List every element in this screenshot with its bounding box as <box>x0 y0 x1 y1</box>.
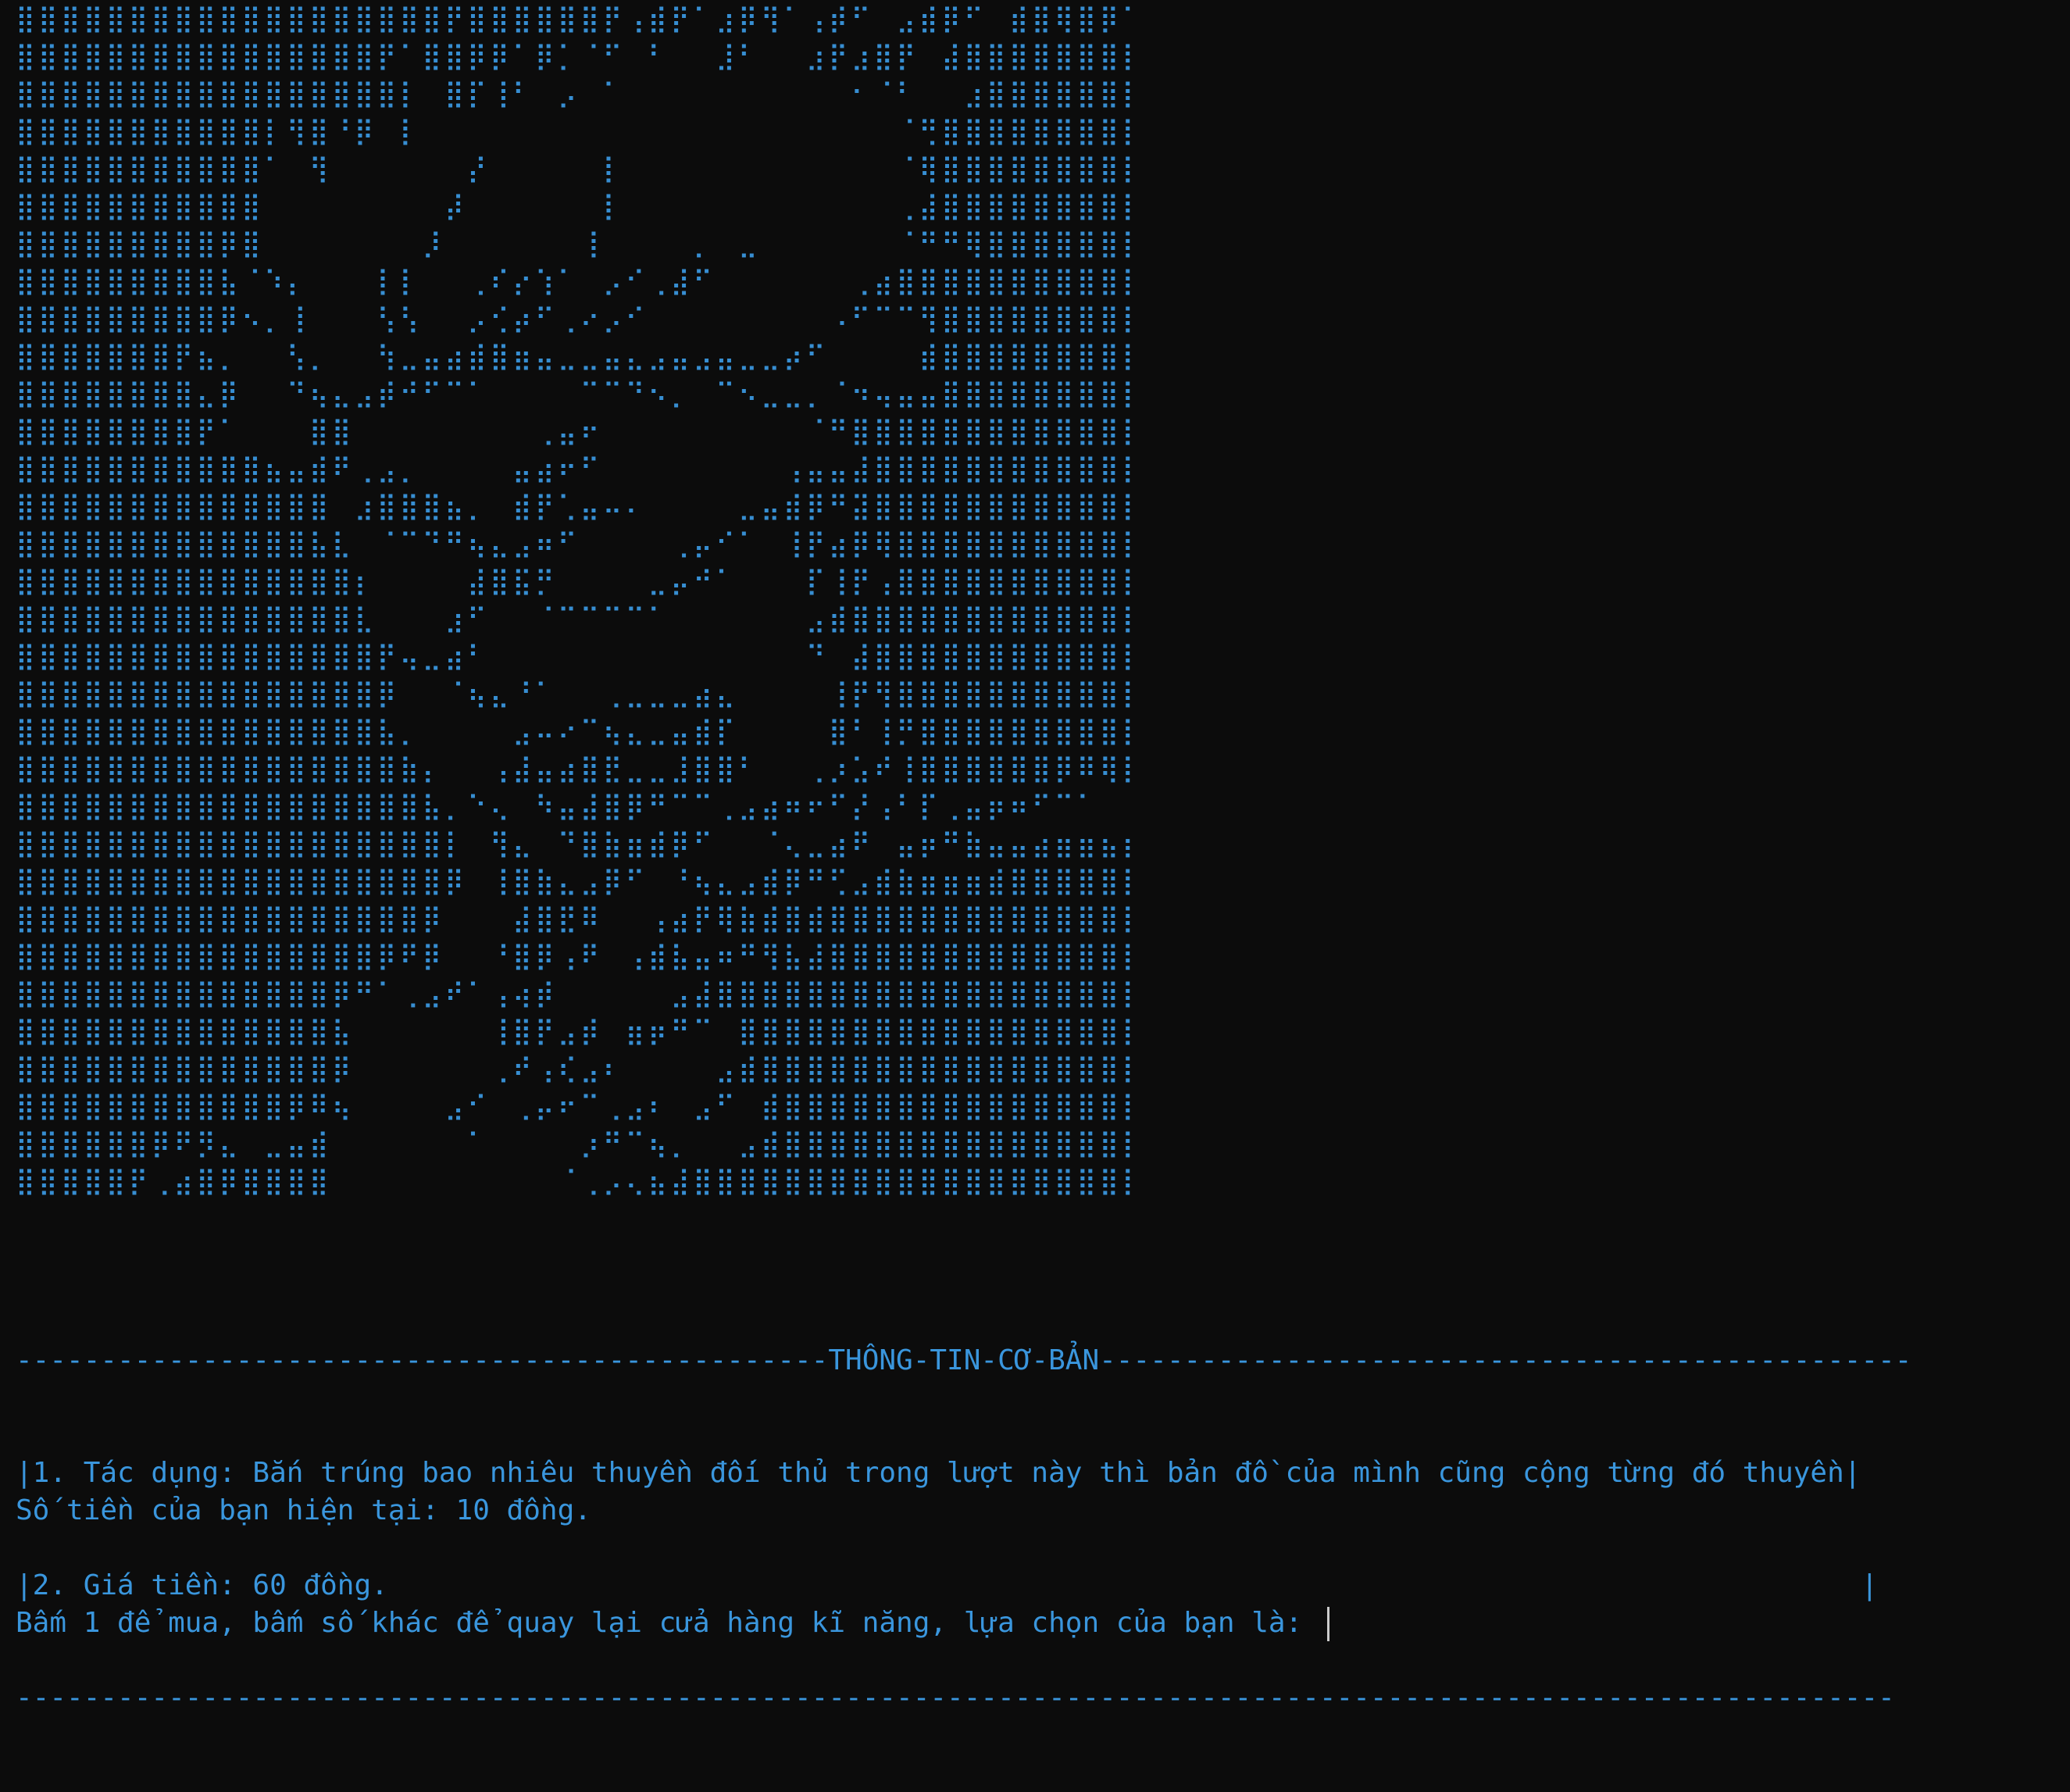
ascii-art-line: ⣿⣿⣿⣿⣿⣿⣿⣿⣿⣿⣿⣿⣿⣿⣿⣇⠀⠀⠀⣰⠋⠀⠀⠈⠉⠉⠉⠉⠁⠀⠀⠀⠀⠀⠀⣠⣾⣿⣿⣿… <box>16 603 1133 634</box>
ascii-art-line: ⣿⣿⣿⣿⣿⣿⣿⣿⣿⣧⠈⠱⡄⠀⠀⠀⡇⡇⠀⠀⢀⠎⡔⢱⠁⠀⡠⠊⢀⣼⠋⠀⠀⠀⠀⠀⠀⢀⣴⣿… <box>16 266 1133 297</box>
prompt-area[interactable]: Số tiền của bạn hiện tại: 10 đồng. Bấm 1… <box>16 1417 2047 1717</box>
ascii-art-line: ⣿⣿⣿⣿⣿⣿⣿⣿⣿⡿⠢⡀⢸⠀⠀⠀⢣⢣⠀⠀⡠⢊⡴⠋⢀⠔⡠⠊⠀⠀⠀⠀⠀⠀⠀⠀⠠⠋⠉⠉… <box>16 303 1133 334</box>
ascii-art-line: ⣿⣿⣿⣿⣿⣿⣿⣿⣿⣿⣿⣿⣿⣿⣿⣿⣿⣿⣿⡇⠀⢻⣄⠀⠙⣿⣷⣶⣾⡿⠋⠀⠀⠈⢄⣀⣴⠟⠀⣤… <box>16 828 1133 859</box>
ascii-art-line: ⣿⣿⣿⣿⣿⣿⣿⣿⣿⣿⣿⣿⣿⣿⣧⠀⠀⠀⠀⠀⠀⢸⣿⡟⣠⡾⠀⣶⡶⠛⠉⠀⣿⣿⣿⣿⣿⣿⣿⣿… <box>16 1016 1133 1047</box>
balance-text: Số tiền của bạn hiện tại: 10 đồng. <box>16 1494 591 1526</box>
ascii-art-line: ⣿⣿⣿⣿⣿⣿⣿⣿⣿⣿⣿⣿⣿⣿⣿⣿⣿⣷⡄⠀⠀⢠⣼⣤⣴⣿⣟⣀⣀⣸⣿⣿⠃⠀⠀⢀⡰⣡⠞⢸… <box>16 753 1133 784</box>
terminal-window: ⣿⣿⣿⣿⣿⣿⣿⣿⣿⣿⣿⣿⣿⣿⣿⣿⣿⣿⣿⡟⣿⣿⣿⣿⣿⣿⡟⢠⣾⡟⠁⣰⡿⢻⠁⢠⡾⠋⠀⣠… <box>0 0 2070 1714</box>
ascii-art-portrait: ⣿⣿⣿⣿⣿⣿⣿⣿⣿⣿⣿⣿⣿⣿⣿⣿⣿⣿⣿⡟⣿⣿⣿⣿⣿⣿⡟⢠⣾⡟⠁⣰⡿⢻⠁⢠⡾⠋⠀⣠… <box>16 0 1133 1195</box>
ascii-art-line: ⣿⣿⣿⣿⣿⣿⣿⣿⣿⣿⣿⣿⡿⠿⢦⠀⠀⠀⠀⣠⠊⠀⢀⡤⠖⠉⢀⣠⠆⠀⣠⠋⠀⣾⣿⣿⣿⣿⣿⣿… <box>16 1091 1133 1122</box>
info-box-top-border: ----------------------------------------… <box>16 1344 1912 1376</box>
ascii-art-line: ⣿⣿⣿⣿⣿⣿⣿⣿⣿⣿⣿⣿⣿⣿⣿⣿⣧⡀⠀⠀⠀⠀⣠⠤⠔⠉⢦⣄⣀⣤⣾⡏⠀⠀⠀⠀⣿⠃⢸⡛… <box>16 716 1133 747</box>
ascii-art-line: ⣿⣿⣿⣿⣿⣿⣿⣿⣿⣿⣿⣿⣿⣿⣿⣿⣿⣿⡿⠀⠀⠀⣼⣿⣟⠿⠀⠀⢠⣴⡟⢿⣷⣾⣿⣾⣿⣿⣿⣿… <box>16 903 1133 934</box>
ascii-art-line: ⣿⣿⣿⣿⣿⣿⣿⣿⣿⣿⣿⣿⣿⣿⣿⣿⣿⣿⣧⡀⠑⢄⠀⠳⣤⣼⣿⡿⠛⠉⠉⢀⣠⣴⠶⠖⠋⡜⢠⠃… <box>16 791 1133 822</box>
ascii-art-line: ⣿⣿⣿⣿⣿⣿⣿⣿⣿⡿⣿⠀⠀⠀⠀⠀⠀⠀⡸⠀⠀⠀⠀⠀⠀⢸⠀⠀⠀⠀⡀⠀⣀⠀⠀⠀⠀⠀⠀⠈… <box>16 228 1133 259</box>
ascii-art-line: ⣿⣿⣿⣿⣿⣿⣿⣿⣿⣿⣿⣿⣿⣿⣿⣿⣿⣿⣿⡟⣿⣿⣿⣿⣿⣿⡟⢠⣾⡟⠁⣰⡿⢻⠁⢠⡾⠋⠀⣠… <box>16 3 1133 34</box>
ascii-art-line: ⣿⣿⣿⣿⣿⣿⣿⣿⣿⣿⣿⣿⣿⣧⣇⠀⠈⠉⠙⠛⢦⣄⣠⠶⠋⠀⠀⠀⠀⢀⡤⠊⠁⠀⢸⡟⣴⡿⢿⣿… <box>16 528 1133 559</box>
text-cursor[interactable] <box>1326 1607 1329 1641</box>
ascii-art-line: ⣿⣿⣿⣿⣿⣿⣿⣿⣿⣿⣿⣿⣿⣿⣿⣿⣿⡇⠀⣿⡏⢸⠃⠀⡠⠀⠁⠀⠀⠀⠀⠀⠀⠀⠀⠀⠀⠂⠈⠃… <box>16 78 1133 109</box>
ascii-art-line: ⣿⣿⣿⣿⣿⣿⣿⡟⣦⡀⠀⠀⢣⡀⠀⠀⢳⣀⣤⣴⣾⣿⣶⣤⣀⣀⣤⣄⣠⣤⣠⣤⣀⣀⡴⠋⠀⠀⠀⠀… <box>16 341 1133 372</box>
ascii-art-line: ⣿⣿⣿⣿⣿⡟⢀⣴⣿⡿⣿⣿⣿⣿⠀⠀⠀⠀⠀⠀⠀⠀⠀⠀⠈⢀⡠⢄⣦⣼⣿⣿⣿⣿⣿⣿⣿⣿⣿⣿… <box>16 1166 1133 1195</box>
ascii-art-line: ⣿⣿⣿⣿⣿⣿⣿⣿⣿⣿⣿⠀⠀⠀⠀⠀⠀⠀⠀⡼⠀⠀⠀⠀⠀⠀⡇⠀⠀⠀⠀⠀⠀⠀⠀⠀⠀⠀⠀⢀… <box>16 191 1133 222</box>
ascii-art-line: ⣿⣿⣿⣿⣿⣿⣿⣿⣿⣿⣿⣿⣿⣿⣿⣿⡟⠁⣿⣿⡿⡿⠁⡿⡁⠈⠋⠀⠃⠀⠀⣸⠃⠀⠀⣰⡟⣰⣿⡟… <box>16 41 1133 72</box>
ascii-art-line: ⣿⣿⣿⣿⣿⣿⣿⣿⣿⣿⣿⣿⣿⣿⣿⣿⡿⠟⡿⠀⠀⠘⣿⡿⢠⠟⠀⢠⣾⣧⣤⠶⠛⢻⣧⣼⣿⣿⣿⣿… <box>16 941 1133 972</box>
ascii-art-line: ⣿⣿⣿⣿⣿⣿⣿⣿⣿⣿⣿⡇⢻⣿⠘⡿⠀⡇⠀⠀⠀⠀⠀⠀⠀⠀⠀⠀⠀⠀⠀⠀⠀⠀⠀⠀⠀⠀⠀⠈… <box>16 116 1133 147</box>
input-line[interactable]: Bấm 1 để mua, bấm số khác để quay lại cử… <box>16 1605 2047 1642</box>
ascii-art-line: ⣿⣿⣿⣿⣿⣿⣿⣿⣿⣿⣿⣿⣿⣿⡿⠀⠀⠀⠀⠀⠀⢀⠞⢠⢎⣠⠆⠀⠀⠀⠀⣠⣾⣿⣿⣿⣿⣿⣿⣿… <box>16 1053 1133 1084</box>
ascii-art-line: ⣿⣿⣿⣿⣿⣿⣿⣿⣿⣿⣿⣿⣿⣿⣿⣿⡟⢤⣀⣴⠃⠀⠀⠀⠀⠀⠀⠀⠀⠀⠀⠀⠀⠀⠀⠙⠀⣼⣿⣿… <box>16 641 1133 672</box>
ascii-art-line: ⣿⣿⣿⣿⣿⣿⣿⣿⣿⣿⣿⠁⠀⢻⠀⠀⠀⠀⠀⠀⡜⠀⠀⠀⠀⠀⡇⠀⠀⠀⠀⠀⠀⠀⠀⠀⠀⠀⠀⠈… <box>16 153 1133 184</box>
ascii-art-line: ⣿⣿⣿⣿⣿⣿⡿⠟⡻⣄⠀⣀⣤⣾⠀⠀⠀⠀⠀⠀⠁⠀⠀⠀⠀⡰⠛⠉⢦⡀⠀⠀⣠⣾⣿⣿⣿⣿⣿⣿… <box>16 1128 1133 1159</box>
prompt-question: Bấm 1 để mua, bấm số khác để quay lại cử… <box>16 1607 1319 1639</box>
ascii-art-line: ⣿⣿⣿⣿⣿⣿⣿⣿⡟⠁⠀⠀⠀⣿⣿⠀⠀⠀⠀⠀⠀⠀⠀⢀⣤⠖⠀⠀⠀⠀⠀⠀⠀⠀⠀⠈⠛⣿⣿⣿… <box>16 416 1133 447</box>
ascii-art-line: ⣿⣿⣿⣿⣿⣿⣿⣿⣿⣿⣿⣿⣿⣿⣿⡆⠀⠀⠀⠀⣼⣿⣯⡛⠀⠀⠀⠀⣀⡤⠚⠁⠀⠀⠀⡏⢸⡟⢠⣿… <box>16 566 1133 597</box>
ascii-art-line: ⣿⣿⣿⣿⣿⣿⣿⣿⣿⣿⣿⣿⣿⣿⠀⣰⣿⣿⣿⣦⡀⠀⣾⡟⢁⣤⠤⠄⠀⠀⠀⠀⣀⣤⣾⡿⠛⣽⣿⣿… <box>16 491 1133 522</box>
ascii-art-line: ⣿⣿⣿⣿⣿⣿⣿⣿⣿⣿⣿⣿⣿⣿⣿⣿⣿⣿⣿⡿⠀⢸⣿⣷⣄⣠⡿⠋⠀⠘⢦⣄⣠⣾⡿⠛⢋⣠⣾⣷… <box>16 866 1133 897</box>
ascii-art-line: ⣿⣿⣿⣿⣿⣿⣿⣿⣿⣿⣿⣿⣿⣿⡿⠛⠁⢀⣠⠞⠁⢠⢴⡾⠀⠀⠀⠀⠀⣠⣼⣿⣿⣿⣿⣿⣿⣿⣿⣿… <box>16 978 1133 1009</box>
ascii-art-line: ⣿⣿⣿⣿⣿⣿⣿⣿⣄⡿⠀⠀⠙⢦⣄⣠⡾⠚⠋⠉⠁⠀⠀⠀⠀⠉⠉⠙⠢⡀⠀⠉⠢⣀⣀⡀⠈⠲⢤⣤… <box>16 378 1133 409</box>
ascii-art-line: ⣿⣿⣿⣿⣿⣿⣿⣿⣿⣿⣿⣿⣿⣿⣿⣿⡿⠀⠀⠈⢦⣄⠘⠁⠀⠀⢀⣀⣀⣀⣴⣄⠀⠀⠀⠀⢸⡟⢻⣿… <box>16 678 1133 709</box>
ascii-art-line: ⣿⣿⣿⣿⣿⣿⣿⣿⣿⣿⣿⣦⣤⣾⠟⢀⣠⡀⠀⠀⠀⠀⣤⣴⠖⠋⠀⠀⠀⠀⠀⠀⠀⠀⢠⣤⣤⣼⣿⣿… <box>16 453 1133 484</box>
